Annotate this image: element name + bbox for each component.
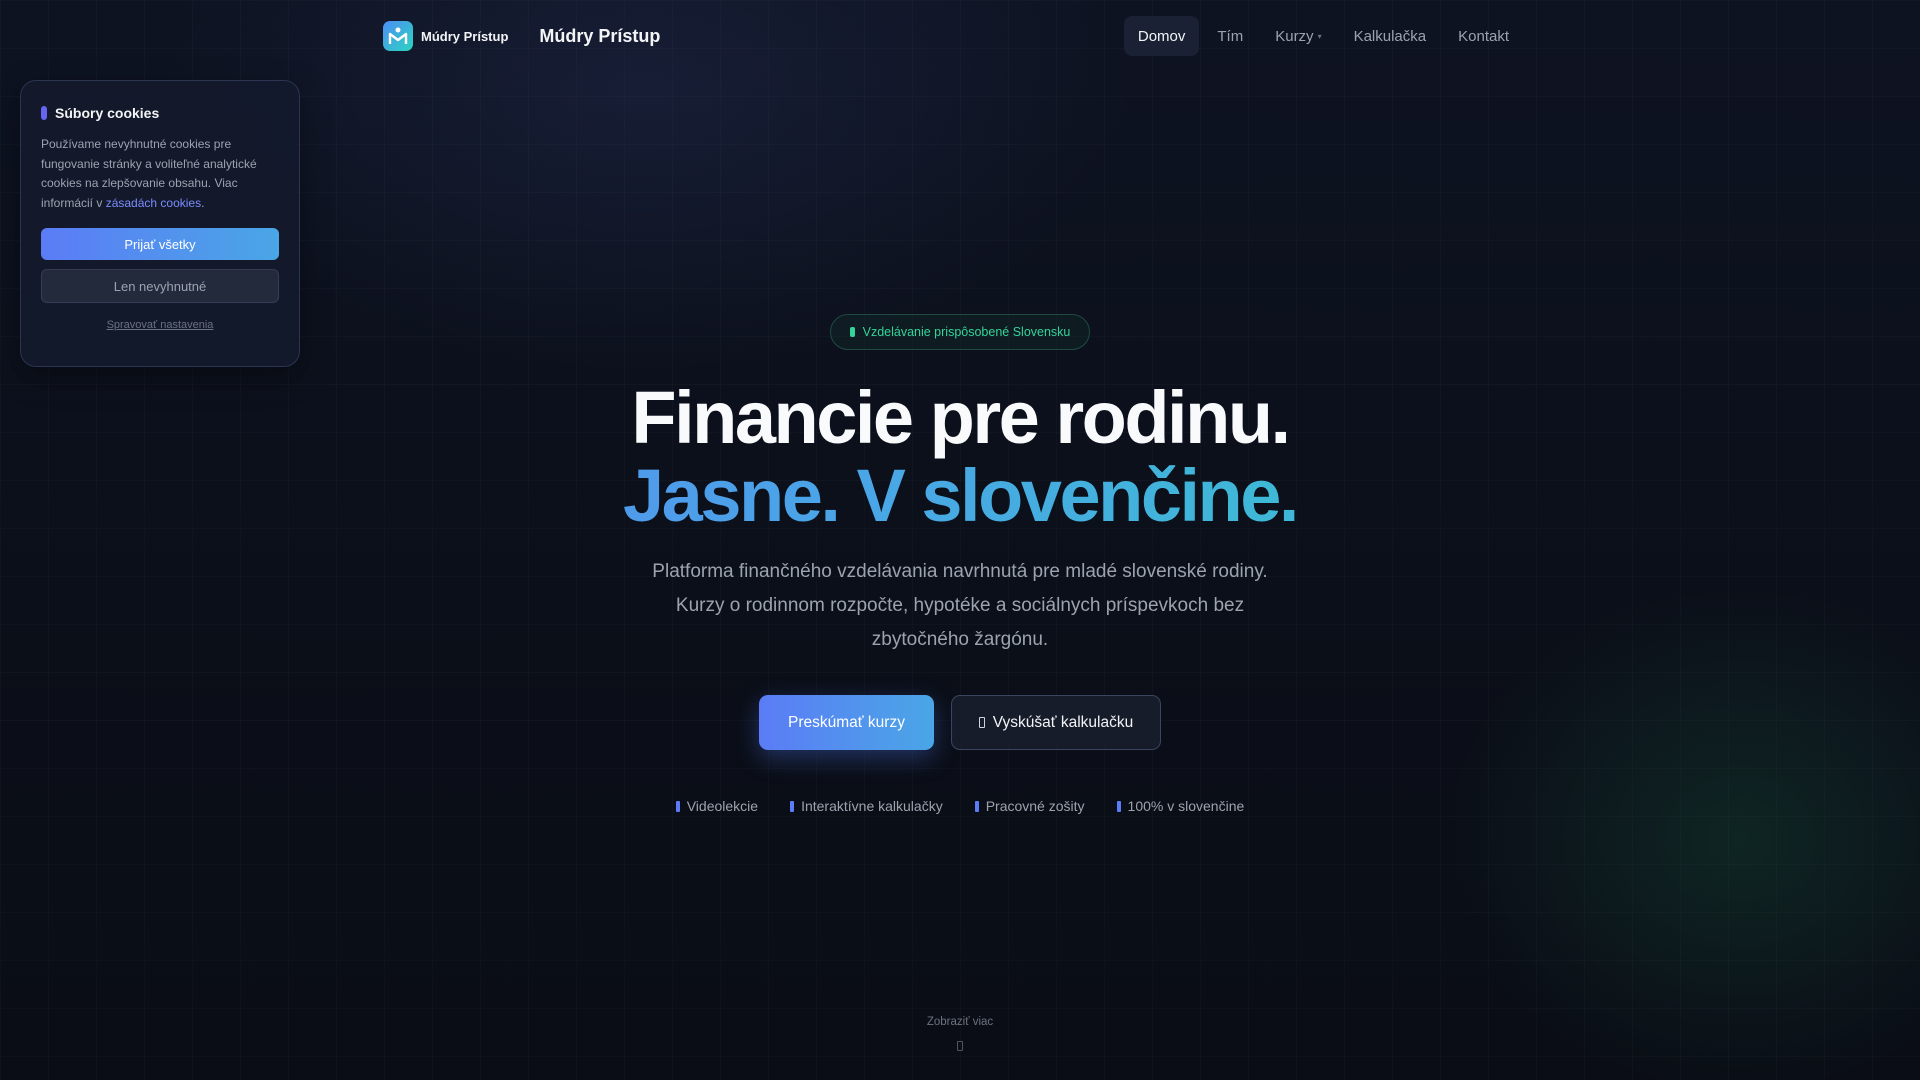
hero-badge: Vzdelávanie prispôsobené Slovensku xyxy=(830,314,1090,350)
cookie-title: Súbory cookies xyxy=(55,105,160,121)
language-icon xyxy=(1116,800,1121,812)
feature-label: Pracovné zošity xyxy=(985,798,1085,814)
nav-item-kontakt[interactable]: Kontakt xyxy=(1444,16,1523,56)
nav-label: Domov xyxy=(1137,27,1186,45)
scroll-more-label[interactable]: Zobraziť viac xyxy=(0,1016,1920,1028)
chevron-down-icon: ▾ xyxy=(1317,31,1322,41)
chevron-down-icon[interactable] xyxy=(957,1041,963,1051)
video-icon xyxy=(675,800,680,812)
hero-description: Platforma finančného vzdelávania navrhnu… xyxy=(652,561,1268,650)
cookie-text-end: . xyxy=(201,195,205,210)
cookie-consent-panel: Súbory cookies Používame nevyhnutné cook… xyxy=(20,80,300,367)
nav-item-kalkulacka[interactable]: Kalkulačka xyxy=(1340,16,1441,56)
nav-item-kurzy[interactable]: Kurzy ▾ xyxy=(1261,16,1335,56)
nav-item-tim[interactable]: Tím xyxy=(1203,16,1257,56)
calculator-icon xyxy=(790,800,795,812)
nav-label: Kurzy xyxy=(1275,27,1314,45)
page: Múdry Prístup Múdry Prístup Domov Tím Ku… xyxy=(0,0,1920,1080)
try-calculator-label: Vyskúšať kalkulačku xyxy=(992,713,1134,731)
nav-label: Kontakt xyxy=(1458,27,1509,45)
brand-title[interactable]: Múdry Prístup xyxy=(539,26,660,47)
feature-list: Videolekcie Interaktívne kalkulačky Prac… xyxy=(0,798,1920,814)
manage-settings-link[interactable]: Spravovať nastavenia xyxy=(41,319,279,331)
try-calculator-button[interactable]: Vyskúšať kalkulačku xyxy=(951,695,1161,750)
cookie-description: Používame nevyhnutné cookies pre fungova… xyxy=(41,135,279,213)
nav-item-domov[interactable]: Domov xyxy=(1123,16,1200,56)
hero-headline-line1: Financie pre rodinu. xyxy=(631,376,1291,459)
necessary-only-button[interactable]: Len nevyhnutné xyxy=(41,269,279,303)
feature-item: 100% v slovenčine xyxy=(1116,798,1245,814)
nav-label: Tím xyxy=(1217,27,1244,45)
workbook-icon xyxy=(974,800,979,812)
nav-label: Kalkulačka xyxy=(1353,27,1427,45)
cta-row: Preskúmať kurzy Vyskúšať kalkulačku xyxy=(0,695,1920,750)
brand-name-small: Múdry Prístup xyxy=(421,28,509,44)
brand-logo-link[interactable]: Múdry Prístup xyxy=(383,21,508,51)
explore-courses-button[interactable]: Preskúmať kurzy xyxy=(759,695,934,750)
feature-item: Pracovné zošity xyxy=(974,798,1085,814)
cookie-header: Súbory cookies xyxy=(41,105,279,121)
site-header: Múdry Prístup Múdry Prístup Domov Tím Ku… xyxy=(383,15,1523,57)
accept-all-button[interactable]: Prijať všetky xyxy=(41,228,279,260)
calculator-icon xyxy=(978,717,985,728)
feature-label: 100% v slovenčine xyxy=(1127,798,1245,814)
cookie-policy-link[interactable]: zásadách cookies xyxy=(106,196,201,210)
feature-item: Videolekcie xyxy=(675,798,759,814)
main-nav: Domov Tím Kurzy ▾ Kalkulačka Kontakt xyxy=(1123,16,1523,56)
feature-label: Interaktívne kalkulačky xyxy=(801,798,943,814)
cookie-icon xyxy=(41,106,47,120)
feature-item: Interaktívne kalkulačky xyxy=(790,798,943,814)
badge-text: Vzdelávanie prispôsobené Slovensku xyxy=(862,325,1071,339)
badge-icon xyxy=(849,327,855,337)
hero-headline-line2: Jasne. V slovenčine. xyxy=(0,453,1920,538)
feature-label: Videolekcie xyxy=(686,798,759,814)
logo-icon xyxy=(383,21,413,51)
